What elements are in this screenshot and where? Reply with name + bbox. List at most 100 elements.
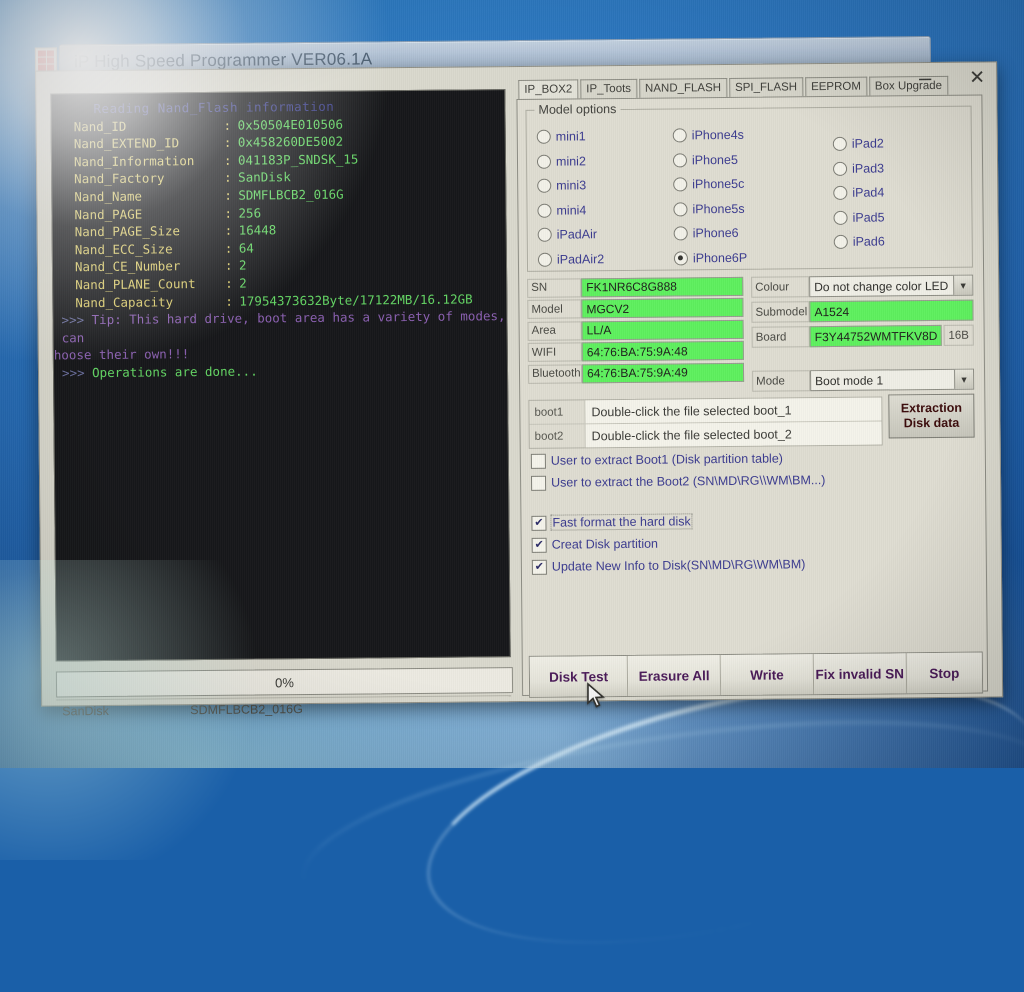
application-window: iP High Speed Programmer VER06.1A – ✕ Re… xyxy=(34,35,1004,723)
radio-iphone4s[interactable]: iPhone4s xyxy=(672,122,803,148)
console-row-colon: : xyxy=(223,117,232,133)
device-config-fields: Colour Do not change color LED ▼ Submode… xyxy=(751,274,975,395)
chevron-down-icon[interactable]: ▼ xyxy=(953,275,973,295)
boot2-file-input[interactable]: Double-click the file selected boot_2 xyxy=(585,421,882,448)
radio-ipad5[interactable]: iPad5 xyxy=(833,204,953,230)
console-row-colon: : xyxy=(225,275,233,291)
mode-select[interactable]: Boot mode 1 ▼ xyxy=(810,368,975,392)
boot1-row[interactable]: boot1 Double-click the file selected boo… xyxy=(529,397,882,424)
tab-eeprom[interactable]: EEPROM xyxy=(804,76,867,97)
colour-row: Colour Do not change color LED ▼ xyxy=(751,274,974,299)
tab-ip-toots[interactable]: IP_Toots xyxy=(580,78,638,99)
log-console[interactable]: Reading Nand_Flash information Nand_ID:0… xyxy=(50,89,511,662)
radio-mini1[interactable]: mini1 xyxy=(536,124,657,150)
radio-label: iPhone5 xyxy=(691,152,738,168)
field-value-sn[interactable]: FK1NR6C8G888 xyxy=(581,276,744,298)
radio-label: iPhone6P xyxy=(692,250,748,266)
mode-value: Boot mode 1 xyxy=(815,372,884,388)
radio-iphone6p[interactable]: iPhone6P xyxy=(673,245,804,271)
chevron-down-icon[interactable]: ▼ xyxy=(954,369,974,389)
console-row-key: Nand_Information xyxy=(73,152,195,170)
mode-row: Mode Boot mode 1 ▼ xyxy=(752,368,975,393)
radio-mini4[interactable]: mini4 xyxy=(537,197,657,223)
radio-mini2[interactable]: mini2 xyxy=(536,148,657,174)
console-tip-arrow: >>> xyxy=(61,312,85,328)
board-value[interactable]: F3Y44752WMTFKV8D xyxy=(809,324,942,348)
field-value-bluetooth[interactable]: 64:76:BA:75:9A:49 xyxy=(581,362,745,384)
radio-indicator xyxy=(673,226,688,241)
console-done-arrow: >>> xyxy=(61,365,85,381)
console-row-colon: : xyxy=(224,205,233,221)
radio-label: iPad2 xyxy=(851,136,884,152)
close-button[interactable]: ✕ xyxy=(964,66,990,88)
radio-ipadair[interactable]: iPadAir xyxy=(537,222,658,248)
field-value-wifi[interactable]: 64:76:BA:75:9A:48 xyxy=(581,341,744,362)
radio-label: iPadAir xyxy=(556,227,598,242)
minimize-button[interactable]: – xyxy=(912,65,938,90)
submodel-value[interactable]: A1524 xyxy=(809,299,974,323)
radio-ipad4[interactable]: iPad4 xyxy=(833,180,953,206)
field-value-model[interactable]: MGCV2 xyxy=(581,298,744,319)
colour-select[interactable]: Do not change color LED ▼ xyxy=(809,274,974,298)
checkbox-indicator[interactable]: ✔ xyxy=(531,559,547,575)
radio-iphone6[interactable]: iPhone6 xyxy=(673,220,804,246)
console-row-key: Nand_ECC_Size xyxy=(74,241,173,257)
radio-ipad3[interactable]: iPad3 xyxy=(833,155,953,181)
radio-ipad2[interactable]: iPad2 xyxy=(832,131,953,157)
checkbox-indicator[interactable] xyxy=(530,453,546,469)
button-erasure-all[interactable]: Erasure All xyxy=(628,655,722,696)
mouse-cursor xyxy=(587,682,605,708)
boot1-file-input[interactable]: Double-click the file selected boot_1 xyxy=(585,397,882,424)
radio-label: iPad6 xyxy=(852,234,885,250)
checkbox-indicator[interactable]: ✔ xyxy=(531,515,547,531)
boot1-label: boot1 xyxy=(529,400,586,424)
field-label-bluetooth: Bluetooth xyxy=(527,364,583,384)
radio-label: iPad4 xyxy=(852,185,885,201)
field-row-area: Area LL/A xyxy=(527,319,744,342)
button-write[interactable]: Write xyxy=(720,654,815,696)
extract-checkbox-group: User to extract Boot1 (Disk partition ta… xyxy=(530,446,971,494)
boot2-row[interactable]: boot2 Double-click the file selected boo… xyxy=(529,420,882,448)
radio-indicator xyxy=(832,137,847,152)
console-row-key: Nand_PLANE_Count xyxy=(75,276,196,293)
extraction-disk-data-button[interactable]: Extraction Disk data xyxy=(888,393,975,439)
field-value-area[interactable]: LL/A xyxy=(581,319,744,341)
tab-spi-flash[interactable]: SPI_FLASH xyxy=(728,77,804,97)
radio-ipadair2[interactable]: iPadAir2 xyxy=(537,246,658,272)
checkbox-update-new-info-to-disk-sn-md-rg-w[interactable]: ✔ Update New Info to Disk(SN\MD\RG\WM\BM) xyxy=(531,552,972,578)
console-row-key: Nand_PAGE_Size xyxy=(74,223,181,240)
button-stop[interactable]: Stop xyxy=(906,652,983,694)
radio-iphone5s[interactable]: iPhone5s xyxy=(673,196,803,222)
button-fix-invalid-sn[interactable]: Fix invalid SN xyxy=(813,653,907,695)
console-row-value: 16448 xyxy=(238,222,277,238)
window-controls: – ✕ xyxy=(912,65,990,90)
checkbox-user-to-extract-the-boot2-sn-md-rg[interactable]: User to extract the Boot2 (SN\MD\RG\\WM\… xyxy=(531,468,971,494)
tab-nand-flash[interactable]: NAND_FLASH xyxy=(638,77,728,98)
model-column-iphone: iPhone4s iPhone5 iPhone5c iPhone5s iPhone6 iP… xyxy=(672,122,804,271)
console-row-key: Nand_Name xyxy=(74,188,143,205)
radio-indicator xyxy=(833,161,848,176)
console-tip-line-1: >>> Tip: This hard drive, boot area has … xyxy=(53,307,506,347)
status-factory: SanDisk xyxy=(62,703,109,719)
radio-indicator xyxy=(537,252,553,267)
radio-iphone5c[interactable]: iPhone5c xyxy=(673,171,803,197)
radio-indicator xyxy=(672,153,688,168)
radio-mini3[interactable]: mini3 xyxy=(537,173,657,199)
field-label-model: Model xyxy=(527,299,582,320)
radio-iphone5[interactable]: iPhone5 xyxy=(672,147,803,173)
console-row-value: 0x458260DE5002 xyxy=(237,133,344,150)
radio-label: iPad3 xyxy=(852,161,885,176)
checkbox-indicator[interactable] xyxy=(531,475,547,491)
console-row-key: Nand_ID xyxy=(73,118,127,134)
tab-ip-box2[interactable]: IP_BOX2 xyxy=(518,79,579,99)
checkbox-indicator[interactable]: ✔ xyxy=(531,537,547,553)
board-size-suffix: 16B xyxy=(943,324,974,346)
radio-ipad6[interactable]: iPad6 xyxy=(833,229,954,255)
radio-label: iPhone4s xyxy=(691,128,744,143)
console-row-value: 17954373632Byte/17122MB/16.12GB xyxy=(239,290,473,309)
checkbox-label: User to extract the Boot2 (SN\MD\RG\\WM\… xyxy=(551,473,826,490)
submodel-label: Submodel xyxy=(751,301,810,323)
button-disk-test[interactable]: Disk Test xyxy=(529,655,629,697)
submodel-row: Submodel A1524 xyxy=(751,299,974,324)
radio-indicator xyxy=(833,210,848,225)
